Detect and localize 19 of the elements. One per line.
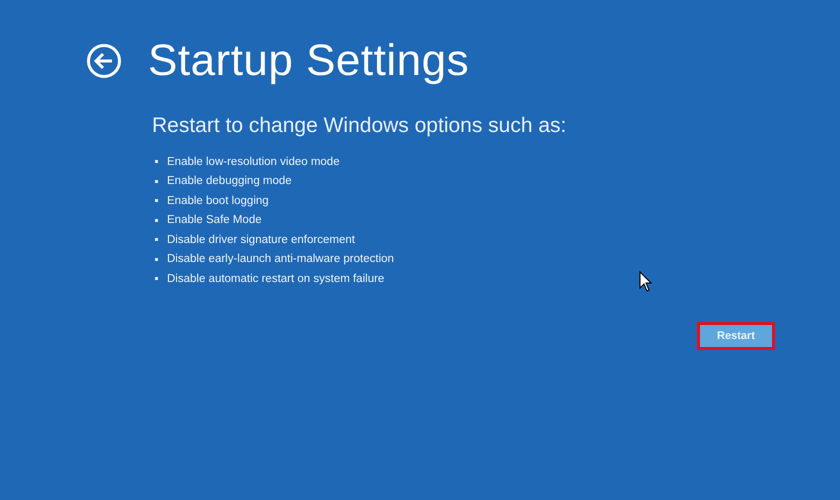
option-text: Disable early-launch anti-malware protection	[167, 253, 394, 266]
subtitle: Restart to change Windows options such as:	[152, 114, 568, 138]
option-text: Disable automatic restart on system failure	[167, 272, 384, 285]
bullet-icon	[155, 238, 158, 242]
bullet-icon	[155, 277, 158, 280]
option-text: Enable Safe Mode	[167, 214, 262, 226]
bullet-icon	[155, 218, 158, 222]
bullet-icon	[155, 258, 158, 261]
restart-button[interactable]: Restart	[700, 324, 772, 346]
back-button[interactable]	[86, 43, 122, 79]
option-text: Enable debugging mode	[167, 175, 292, 188]
bullet-icon	[155, 180, 158, 183]
option-text: Enable boot logging	[167, 194, 269, 207]
bullet-icon	[155, 160, 158, 164]
option-text: Disable driver signature enforcement	[167, 234, 355, 246]
page-title: Startup Settings	[148, 36, 470, 86]
option-text: Enable low-resolution video mode	[167, 156, 340, 168]
cursor-icon	[639, 271, 652, 292]
bullet-icon	[155, 199, 158, 202]
